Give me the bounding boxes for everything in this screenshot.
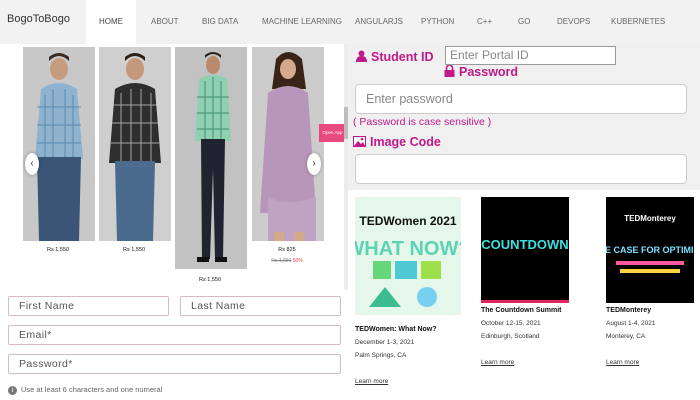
student-id-label: Student ID (356, 50, 434, 65)
product-image[interactable] (175, 47, 247, 269)
email-input[interactable]: Email* (8, 325, 341, 345)
event-place: Monterey, CA (606, 333, 646, 340)
event-title: TEDMonterey (606, 307, 652, 314)
event-thumb-title: TEDWomen 2021 (359, 214, 456, 228)
nav-item-go[interactable]: GO (518, 0, 530, 44)
event-learn-more-link[interactable]: Learn more (481, 359, 514, 366)
password-hint: i Use at least 6 characters and one numer… (8, 385, 162, 395)
nav-item-python[interactable]: PYTHON (421, 0, 454, 44)
nav-item-home[interactable]: HOME (86, 0, 136, 44)
image-code-label: Image Code (353, 135, 441, 150)
event-learn-more-link[interactable]: Learn more (355, 378, 388, 385)
event-thumb-tagline: THE CASE FOR OPTIMISM (606, 245, 694, 255)
carousel-next-button[interactable]: › (307, 153, 321, 175)
product-old-price: Rs 1,650 50% (252, 258, 322, 264)
product-price: Rs 1,550 (198, 277, 221, 283)
event-thumbnail[interactable]: TEDMonterey THE CASE FOR OPTIMISM (606, 197, 694, 303)
event-dates: August 1-4, 2021 (606, 320, 656, 327)
nav-item-about[interactable]: ABOUT (151, 0, 179, 44)
event-thumb-tagline: WHAT NOW? (355, 238, 461, 260)
product-price: Rs 1,550 (122, 247, 145, 253)
discount-badge: 50% (292, 258, 303, 264)
event-thumbnail[interactable]: TEDWomen 2021 WHAT NOW? (355, 197, 461, 315)
product-image[interactable] (23, 47, 95, 241)
student-id-text: Student ID (371, 50, 434, 64)
portal-id-input[interactable]: Enter Portal ID (445, 46, 616, 65)
carousel-prev-button[interactable]: ‹ (25, 153, 39, 175)
event-thumbnail[interactable]: COUNTDOWN (481, 197, 569, 303)
product-price: Rs 825 (278, 247, 296, 253)
first-name-input[interactable]: First Name (8, 296, 169, 316)
password-input[interactable]: Password* (8, 354, 341, 374)
event-title: The Countdown Summit (481, 307, 562, 314)
event-thumb-title: COUNTDOWN (481, 237, 568, 252)
event-title: TEDWomen: What Now? (355, 326, 437, 333)
event-learn-more-link[interactable]: Learn more (606, 359, 639, 366)
password-label-text: Password (459, 65, 519, 79)
nav-item-devops[interactable]: DEVOPS (557, 0, 590, 44)
nav-item-machine-learning[interactable]: MACHINE LEARNING (262, 0, 342, 44)
image-icon (353, 135, 366, 150)
last-name-input[interactable]: Last Name (180, 296, 341, 316)
nav-item-angularjs[interactable]: ANGULARJS (355, 0, 403, 44)
open-app-button[interactable]: Open App (319, 124, 346, 142)
product-image[interactable] (99, 47, 171, 241)
site-brand[interactable]: BogoToBogo (7, 13, 70, 25)
login-password-input[interactable]: Enter password (355, 84, 687, 114)
nav-item-big-data[interactable]: BIG DATA (202, 0, 238, 44)
password-label: Password (444, 64, 519, 80)
nav-item-kubernetes[interactable]: KUBERNETES (611, 0, 665, 44)
lock-icon (444, 64, 455, 80)
case-sensitive-note: ( Password is case sensitive ) (353, 116, 492, 128)
image-code-input[interactable] (355, 154, 687, 184)
event-place: Palm Springs, CA (355, 352, 407, 359)
event-place: Edinburgh, Scotland (481, 333, 540, 340)
image-code-text: Image Code (370, 135, 441, 149)
user-icon (356, 50, 367, 65)
password-hint-text: Use at least 6 characters and one numera… (21, 385, 163, 394)
nav-item-cpp[interactable]: C++ (477, 0, 492, 44)
product-carousel: Rs 1,550 Rs 1,550 Rs 1,550 Rs 825 Rs 1,6… (0, 44, 346, 290)
top-navigation: BogoToBogo HOME ABOUT BIG DATA MACHINE L… (0, 0, 700, 44)
product-price: Rs 1,550 (46, 247, 69, 253)
original-price: Rs 1,650 (271, 258, 292, 264)
event-thumb-title: TEDMonterey (624, 214, 676, 223)
event-dates: October 12-15, 2021 (481, 320, 541, 327)
product-image[interactable] (252, 47, 324, 241)
info-icon: i (8, 385, 17, 395)
event-dates: December 1-3, 2021 (355, 339, 415, 346)
